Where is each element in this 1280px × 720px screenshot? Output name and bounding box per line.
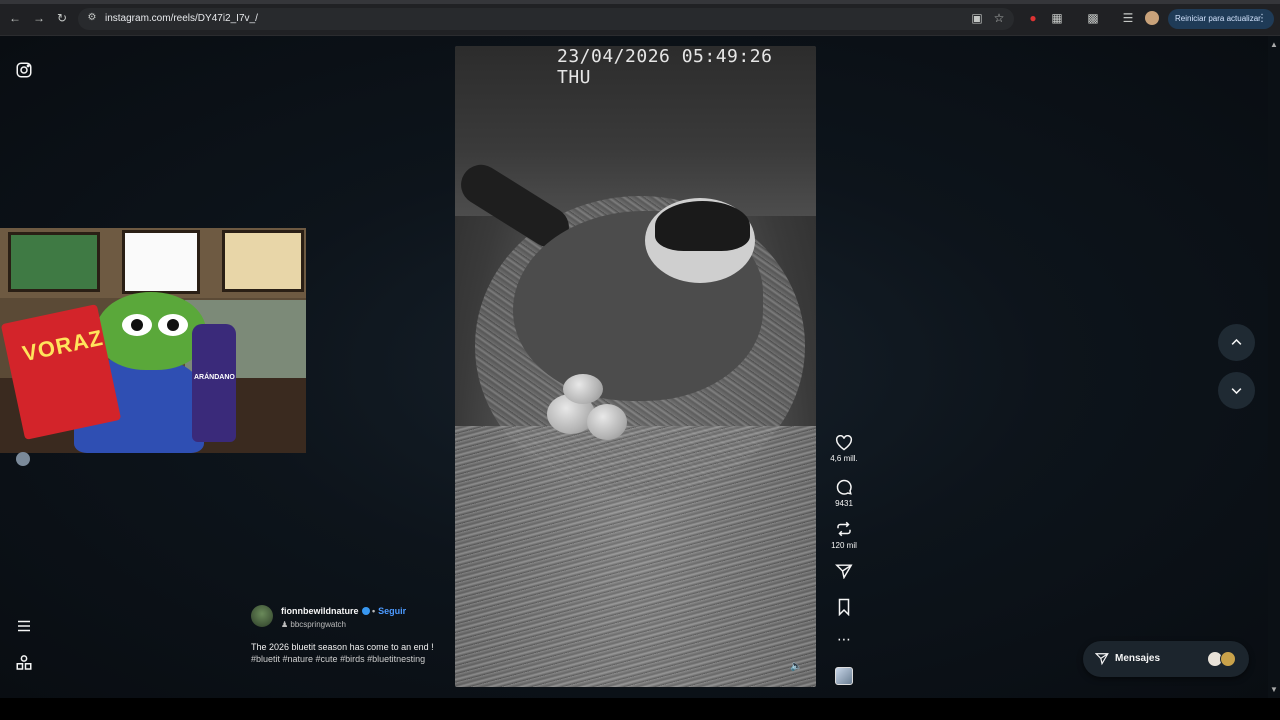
egg: [587, 404, 627, 440]
reel-video[interactable]: 23/04/2026 05:49:26 THU 🔈: [455, 46, 816, 687]
egg: [563, 374, 603, 404]
star-icon[interactable]: ☆: [992, 11, 1006, 25]
meme-frame-chef: [8, 232, 100, 292]
dot-separator: •: [372, 606, 376, 616]
send-icon: [835, 564, 853, 579]
person-icon: ♟: [281, 620, 289, 629]
comment-count: 9431: [835, 499, 853, 508]
straw-bedding: [455, 426, 816, 687]
share-button[interactable]: [828, 563, 860, 579]
like-button[interactable]: 4,6 mill.: [828, 435, 860, 463]
profile-icon[interactable]: [1145, 11, 1159, 25]
menu-icon[interactable]: ⋮: [1257, 9, 1267, 29]
tab-search-icon[interactable]: ▩: [1086, 11, 1100, 25]
url-text[interactable]: instagram.com/reels/DY47i2_I7v_/: [105, 13, 258, 24]
audio-credit[interactable]: bbcspringwatch: [290, 620, 346, 629]
next-reel-button[interactable]: [1218, 372, 1255, 409]
juice-bottle-label: ARÁNDANO: [194, 374, 235, 381]
site-info-icon[interactable]: ⚙: [85, 11, 99, 25]
caption-text: The 2026 bluetit season has come to an e…: [251, 642, 434, 652]
bookmark-icon: [838, 598, 850, 616]
more-apps-icon[interactable]: [15, 654, 35, 674]
like-count: 4,6 mill.: [830, 454, 858, 463]
scroll-up-icon[interactable]: ▲: [1270, 40, 1278, 49]
verified-badge-icon: [361, 607, 370, 615]
media-icon[interactable]: ☰: [1121, 11, 1135, 25]
puzzle-icon[interactable]: ▦: [1050, 11, 1064, 25]
chevron-down-icon: [1231, 388, 1242, 395]
meme-owner-avatar[interactable]: [16, 452, 30, 466]
frog-head: [96, 292, 206, 370]
audio-thumbnail[interactable]: [835, 667, 853, 685]
browser-toolbar: ← → ↻ ⚙ instagram.com/reels/DY47i2_I7v_/…: [0, 0, 1280, 36]
meme-frame-melody: [222, 230, 304, 292]
previous-reel-button[interactable]: [1218, 324, 1255, 361]
tab-strip: [0, 0, 1280, 4]
meme-frame-kuromi: [122, 230, 200, 294]
contact-avatar: [1220, 651, 1236, 667]
update-button-label: Reiniciar para actualizar: [1175, 14, 1261, 23]
repost-icon: [837, 521, 851, 537]
heart-icon: [835, 435, 853, 451]
camera-timestamp: 23/04/2026 05:49:26 THU: [557, 46, 773, 88]
save-button[interactable]: [828, 598, 860, 616]
reload-icon[interactable]: ↻: [55, 11, 69, 25]
back-icon[interactable]: ←: [8, 11, 22, 25]
author-username[interactable]: fionnbewildnature: [281, 606, 359, 616]
instagram-logo-icon[interactable]: [15, 61, 35, 81]
author-avatar[interactable]: [251, 605, 273, 627]
comment-button[interactable]: 9431: [828, 478, 860, 508]
more-options-button[interactable]: ⋯: [828, 632, 860, 646]
scroll-down-icon[interactable]: ▼: [1270, 685, 1278, 694]
frog-eye-right: [158, 314, 188, 336]
juice-bottle: [192, 324, 236, 442]
follow-button[interactable]: Seguir: [378, 606, 406, 616]
extension-icon[interactable]: ●: [1026, 11, 1040, 25]
frog-eye-left: [122, 314, 152, 336]
messages-label: Mensajes: [1115, 653, 1161, 664]
messages-button[interactable]: Mensajes: [1083, 641, 1249, 677]
forward-icon[interactable]: →: [32, 11, 46, 25]
hamburger-menu-icon[interactable]: [15, 617, 35, 637]
bottom-bar: [0, 698, 1280, 720]
cast-icon[interactable]: ▣: [970, 11, 984, 25]
comment-icon: [836, 479, 852, 495]
repost-button[interactable]: 120 mil: [828, 520, 860, 550]
caption-hashtags[interactable]: #bluetit #nature #cute #birds #bluetitne…: [251, 654, 425, 664]
bluetit-cap: [655, 201, 750, 251]
send-icon: [1095, 653, 1109, 666]
chevron-up-icon: [1231, 338, 1242, 345]
update-button[interactable]: Reiniciar para actualizar ⋮: [1168, 9, 1274, 29]
scrollbar[interactable]: ▲ ▼: [1268, 36, 1280, 698]
more-icon: ⋯: [837, 631, 851, 647]
mute-icon[interactable]: 🔈: [790, 661, 802, 673]
floating-meme-image: VORAZ ARÁNDANO: [0, 228, 306, 453]
repost-count: 120 mil: [831, 541, 857, 550]
